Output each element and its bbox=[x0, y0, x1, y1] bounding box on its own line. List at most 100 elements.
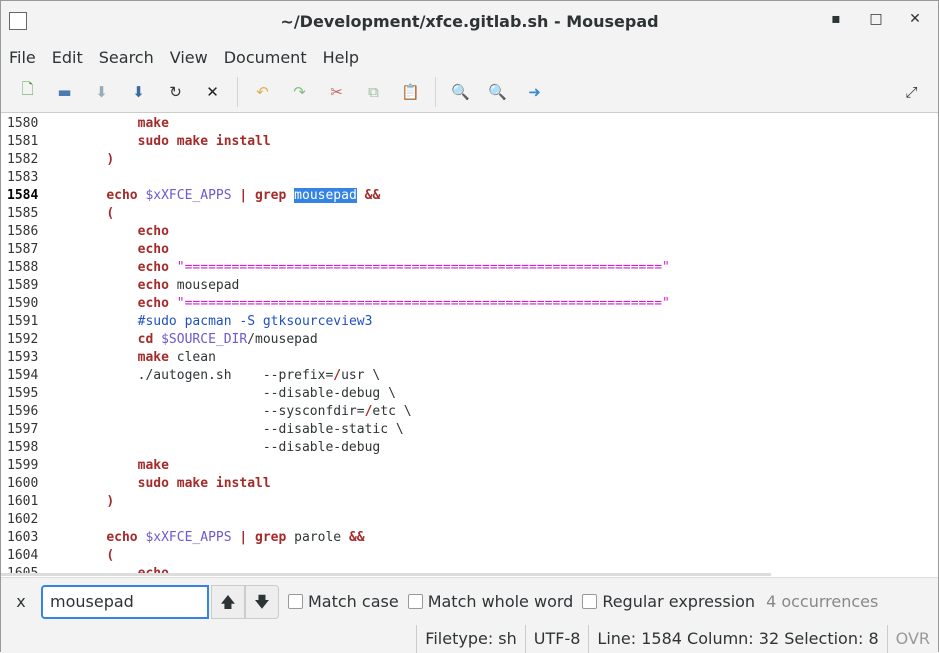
code-text: #sudo pacman -S gtksourceview3 bbox=[75, 313, 373, 331]
code-line: 1598 --disable-debug bbox=[1, 439, 938, 457]
code-token: / bbox=[333, 368, 342, 383]
code-token: $xXFCE_APPS bbox=[145, 188, 232, 203]
encoding-status[interactable]: UTF-8 bbox=[524, 625, 589, 653]
menu-search[interactable]: Search bbox=[91, 48, 162, 67]
code-line: 1582 ) bbox=[1, 151, 938, 169]
menu-edit[interactable]: Edit bbox=[44, 48, 91, 67]
horizontal-scrollbar[interactable] bbox=[1, 573, 771, 576]
code-text: ( bbox=[75, 547, 114, 565]
code-line: 1592 cd $SOURCE_DIR/mousepad bbox=[1, 331, 938, 349]
code-text: make bbox=[75, 115, 169, 133]
search-input[interactable]: mousepad bbox=[41, 584, 209, 619]
code-token: "=======================================… bbox=[176, 260, 670, 275]
code-text: sudo make install bbox=[75, 475, 271, 493]
code-line: 1580 make bbox=[1, 115, 938, 133]
save-as-icon[interactable]: ⬇ bbox=[120, 77, 157, 107]
code-token: echo bbox=[137, 278, 169, 293]
open-folder-icon[interactable]: ▬ bbox=[46, 77, 83, 107]
line-number: 1580 bbox=[7, 116, 39, 131]
code-line: 1597 --disable-static \ bbox=[1, 421, 938, 439]
toolbar-separator bbox=[237, 76, 238, 107]
filetype-status[interactable]: Filetype: sh bbox=[416, 625, 524, 653]
menu-view[interactable]: View bbox=[162, 48, 216, 67]
title-bar: ~/Development/xfce.gitlab.sh - Mousepad … bbox=[1, 1, 938, 43]
copy-icon[interactable]: ⧉ bbox=[355, 77, 392, 107]
code-token: sudo make install bbox=[137, 476, 271, 491]
minimize-button[interactable]: ▪ bbox=[826, 11, 846, 31]
code-token: --disable-static \ bbox=[75, 422, 404, 437]
menu-file[interactable]: File bbox=[1, 48, 44, 67]
search-match: mousepad bbox=[294, 188, 357, 203]
code-token: echo bbox=[106, 188, 138, 203]
code-text: echo bbox=[75, 223, 169, 241]
code-token: --sysconfdir= bbox=[75, 404, 365, 419]
code-token: /mousepad bbox=[247, 332, 318, 347]
redo-icon[interactable]: ↷ bbox=[281, 77, 318, 107]
reload-icon[interactable]: ↻ bbox=[157, 77, 194, 107]
code-line: 1589 echo mousepad bbox=[1, 277, 938, 295]
find-replace-icon[interactable]: 🔍 bbox=[479, 77, 516, 107]
close-button[interactable]: ✕ bbox=[905, 11, 925, 31]
code-token: && bbox=[364, 188, 381, 203]
code-token: parole bbox=[286, 530, 349, 545]
paste-icon[interactable]: 📋 bbox=[392, 77, 429, 107]
code-token: clean bbox=[168, 350, 216, 365]
cursor-position: Line: 1584 Column: 32 Selection: 8 bbox=[588, 625, 886, 653]
regex-checkbox[interactable]: Regular expression bbox=[582, 592, 755, 611]
line-number: 1595 bbox=[7, 386, 39, 401]
find-next-button[interactable]: 🡇 bbox=[245, 584, 279, 619]
find-icon[interactable]: 🔍 bbox=[442, 77, 479, 107]
line-number: 1581 bbox=[7, 134, 39, 149]
code-line: 1601 ) bbox=[1, 493, 938, 511]
new-document-icon[interactable]: 🗋 bbox=[9, 77, 46, 107]
code-line: 1603 echo $xXFCE_APPS | grep parole && bbox=[1, 529, 938, 547]
code-token: echo bbox=[137, 260, 169, 275]
match-case-checkbox[interactable]: Match case bbox=[288, 592, 399, 611]
code-line: 1584 echo $xXFCE_APPS | grep mousepad && bbox=[1, 187, 938, 205]
menu-bar: File Edit Search View Document Help bbox=[1, 43, 938, 71]
code-token: "=======================================… bbox=[176, 296, 670, 311]
code-text: ./autogen.sh --prefix=/usr \ bbox=[75, 367, 381, 385]
line-number: 1583 bbox=[7, 170, 39, 185]
undo-icon[interactable]: ↶ bbox=[244, 77, 281, 107]
save-icon[interactable]: ⬇ bbox=[83, 77, 120, 107]
checkbox bbox=[407, 594, 423, 609]
code-token: grep bbox=[255, 188, 287, 203]
menu-document[interactable]: Document bbox=[216, 48, 315, 67]
close-find-icon[interactable]: x bbox=[1, 592, 41, 611]
code-line: 1600 sudo make install bbox=[1, 475, 938, 493]
line-number: 1594 bbox=[7, 368, 39, 383]
cut-icon[interactable]: ✂ bbox=[318, 77, 355, 107]
match-whole-word-checkbox[interactable]: Match whole word bbox=[407, 592, 573, 611]
code-token: $xXFCE_APPS bbox=[145, 530, 232, 545]
find-previous-button[interactable]: 🡅 bbox=[211, 584, 245, 619]
code-line: 1583 bbox=[1, 169, 938, 187]
code-text: ( bbox=[75, 205, 114, 223]
code-text: sudo make install bbox=[75, 133, 271, 151]
fullscreen-icon[interactable]: ⤢ bbox=[893, 77, 930, 107]
line-number: 1600 bbox=[7, 476, 39, 491]
code-text: echo "==================================… bbox=[75, 295, 670, 313]
close-document-icon[interactable]: ✕ bbox=[194, 77, 231, 107]
maximize-button[interactable]: □ bbox=[866, 11, 886, 31]
code-token: echo bbox=[137, 224, 169, 239]
overwrite-mode[interactable]: OVR bbox=[886, 625, 938, 653]
code-line: 1595 --disable-debug \ bbox=[1, 385, 938, 403]
code-text: --disable-debug \ bbox=[75, 385, 396, 403]
code-token: echo bbox=[106, 530, 138, 545]
text-editor[interactable]: 1580 make 1581 sudo make install 1582 ) 158… bbox=[1, 115, 938, 575]
menu-help[interactable]: Help bbox=[315, 48, 367, 67]
go-to-line-icon[interactable]: ➜ bbox=[516, 77, 553, 107]
